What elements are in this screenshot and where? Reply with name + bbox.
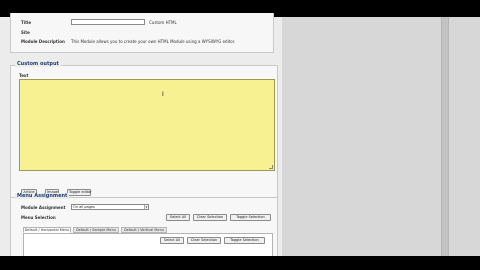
toggle-selection-button[interactable]: Toggle Selection [230, 214, 271, 221]
tab-select-all-button[interactable]: Select All [160, 237, 184, 244]
video-letterbox-bottom [0, 256, 480, 270]
module-assignment-label: Module Assignment [21, 205, 66, 210]
title-suffix: Custom HTML [149, 20, 177, 25]
title-label: Title [21, 20, 32, 25]
tab-toggle-selection-button[interactable]: Toggle Selection [224, 237, 265, 244]
details-fieldset: Title Custom HTML Site Module Descriptio… [10, 13, 274, 53]
module-edit-page: Title Custom HTML Site Module Descriptio… [0, 13, 282, 259]
menu-selection-label: Menu Selection [21, 215, 56, 220]
title-input[interactable] [71, 19, 145, 25]
text-cursor-icon: I [162, 91, 164, 98]
site-label: Site [21, 30, 30, 35]
resize-grip-icon[interactable] [269, 165, 273, 169]
chevron-down-icon: ▾ [144, 205, 148, 209]
description-label: Module Description [21, 39, 65, 44]
menu-assignment-legend: Menu Assignment [15, 193, 70, 199]
text-label: Text [19, 73, 29, 78]
page-scrollbar[interactable] [441, 17, 449, 256]
menu-assignment-fieldset: Menu Assignment Module Assignment On all… [10, 193, 278, 259]
tab-clear-selection-button[interactable]: Clear Selection [187, 237, 221, 244]
select-all-button[interactable]: Select All [166, 214, 190, 221]
custom-output-legend: Custom output [15, 61, 61, 67]
module-assignment-value: On all pages [73, 205, 95, 209]
side-panel [282, 17, 480, 256]
clear-selection-button[interactable]: Clear Selection [193, 214, 227, 221]
module-assignment-select[interactable]: On all pages ▾ [71, 204, 149, 210]
html-editor[interactable]: I [19, 79, 275, 171]
toggle-editor-button[interactable]: Toggle editor [67, 189, 92, 196]
description-text: This Module allows you to create your ow… [71, 39, 236, 44]
custom-output-fieldset: Custom output Text I Article Image Toggl… [10, 61, 278, 199]
